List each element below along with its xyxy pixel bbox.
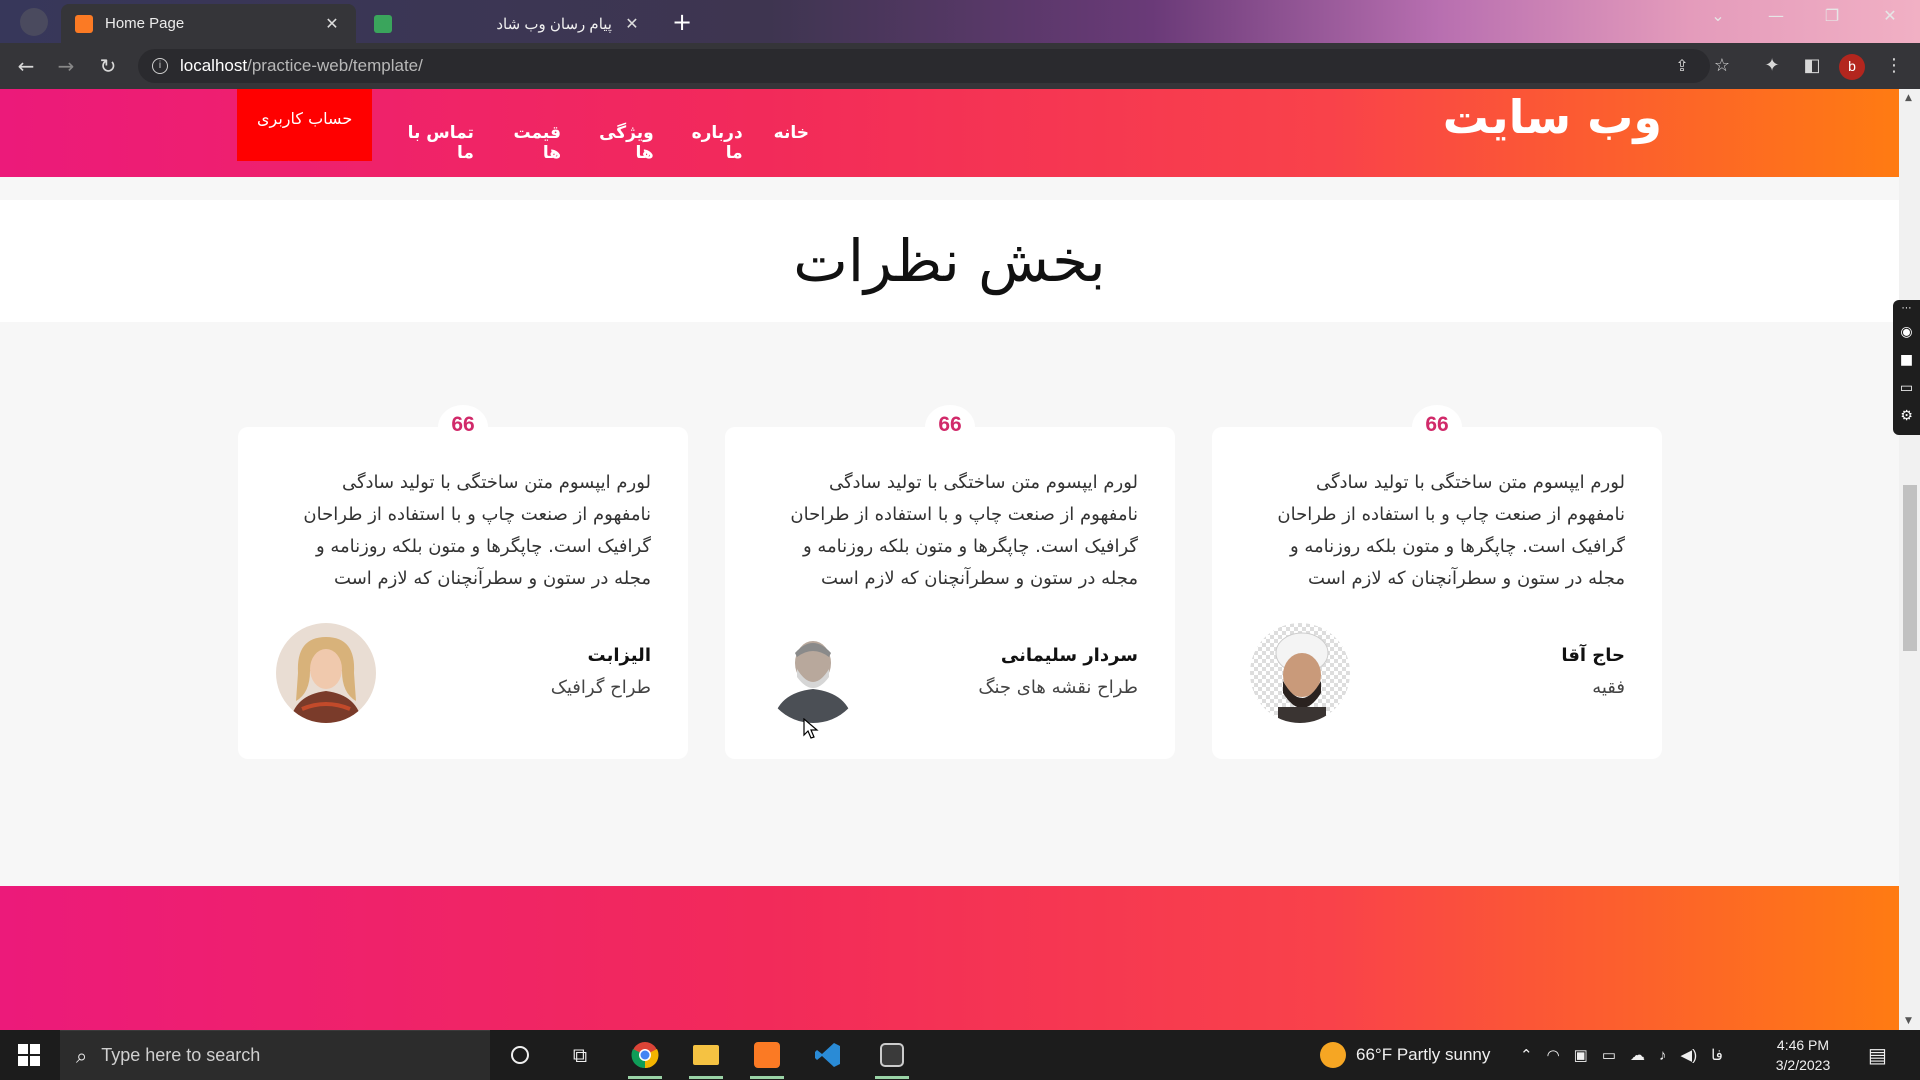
section-title: بخش نظرات: [793, 227, 1106, 295]
testimonial-role: طراح گرافیک: [550, 677, 651, 698]
page-viewport: وب سایت حساب کاربری خانه درباره ما ویژگی…: [0, 89, 1920, 1030]
wifi-icon[interactable]: ◠: [1547, 1046, 1560, 1064]
battery-icon[interactable]: ▭: [1602, 1046, 1616, 1064]
cleric-portrait-icon: [1250, 623, 1350, 723]
quote-icon: 66: [1412, 405, 1462, 449]
profile-avatar[interactable]: b: [1839, 54, 1865, 80]
system-tray: ⌃ ◠ ▣ ▭ ☁ ♪ ◀) فا: [1520, 1030, 1723, 1080]
scroll-down-arrow-icon[interactable]: ▼: [1905, 1016, 1915, 1026]
tab-title: Home Page: [105, 15, 185, 32]
testimonial-role: فقیه: [1592, 677, 1625, 698]
testimonial-card: 66 لورم ایپسوم متن ساختگی با تولید سادگی…: [725, 405, 1175, 759]
testimonial-text: لورم ایپسوم متن ساختگی با تولید سادگی نا…: [1277, 472, 1625, 589]
task-view-icon[interactable]: ⧉: [555, 1035, 605, 1075]
tab-list-chevron-icon[interactable]: ⌄: [1698, 6, 1738, 25]
xampp-favicon-icon: [75, 14, 93, 33]
cortana-icon[interactable]: [495, 1035, 545, 1075]
input-language[interactable]: فا: [1711, 1046, 1723, 1064]
testimonial-name: الیزابت: [587, 645, 651, 666]
scroll-up-arrow-icon[interactable]: ▲: [1905, 93, 1915, 103]
footer: [0, 886, 1899, 1030]
meet-now-icon[interactable]: ▣: [1574, 1046, 1588, 1064]
clock-time: 4:46 PM: [1776, 1037, 1830, 1053]
new-tab-button[interactable]: +: [666, 8, 698, 36]
general-portrait-icon: [763, 623, 863, 723]
bookmark-star-icon[interactable]: ☆: [1708, 53, 1736, 79]
quote-icon: 66: [438, 405, 488, 449]
microphone-icon[interactable]: ♪: [1659, 1047, 1667, 1064]
back-arrow-icon[interactable]: ←: [12, 53, 40, 79]
mouse-cursor-icon: [803, 718, 819, 739]
nav-links: خانه درباره ما ویژگی ها قیمت ها تماس با …: [404, 123, 809, 163]
forward-arrow-icon[interactable]: →: [52, 53, 80, 79]
minimize-button[interactable]: —: [1756, 6, 1796, 25]
nav-item-contact[interactable]: تماس با ما: [404, 123, 474, 163]
address-bar[interactable]: i localhost/practice-web/template/: [138, 49, 1710, 83]
taskbar-clock[interactable]: 4:46 PM 3/2/2023: [1760, 1035, 1846, 1075]
main-nav: حساب کاربری: [237, 89, 373, 161]
share-icon[interactable]: ⇪: [1668, 53, 1696, 79]
close-window-button[interactable]: ✕: [1870, 6, 1910, 25]
file-explorer-icon[interactable]: [681, 1035, 731, 1079]
tab-title: پیام رسان وب شاد: [496, 15, 612, 33]
tab-search-button[interactable]: [20, 8, 48, 36]
nav-item-home[interactable]: خانه: [774, 123, 809, 163]
scroll-thumb[interactable]: [1903, 485, 1917, 651]
taskbar-search[interactable]: ⌕ Type here to search: [60, 1030, 490, 1080]
account-button[interactable]: حساب کاربری: [237, 89, 373, 161]
woman-portrait-icon: [276, 623, 376, 723]
camera-icon[interactable]: ◉: [1893, 318, 1920, 346]
chevron-up-icon[interactable]: ⌃: [1520, 1046, 1533, 1064]
weather-text: 66°F Partly sunny: [1356, 1045, 1491, 1064]
testimonial-name: حاج آقا: [1561, 645, 1625, 666]
testimonial-text: لورم ایپسوم متن ساختگی با تولید سادگی نا…: [303, 472, 651, 589]
tab-shad-messenger[interactable]: پیام رسان وب شاد ✕: [360, 4, 656, 43]
shad-favicon-icon: [374, 14, 392, 33]
volume-icon[interactable]: ◀): [1681, 1046, 1698, 1064]
site-logo[interactable]: وب سایت: [1443, 89, 1662, 145]
quote-icon: 66: [925, 405, 975, 449]
nav-item-pricing[interactable]: قیمت ها: [505, 123, 561, 163]
search-icon: ⌕: [76, 1043, 88, 1068]
testimonial-text: لورم ایپسوم متن ساختگی با تولید سادگی نا…: [790, 472, 1138, 589]
extensions-puzzle-icon[interactable]: ✦: [1758, 53, 1786, 79]
chrome-icon[interactable]: [620, 1035, 670, 1079]
windows-taskbar: ⌕ Type here to search ⧉ 66°F Partly sunn…: [0, 1030, 1920, 1080]
windows-start-icon[interactable]: [18, 1044, 40, 1066]
partly-sunny-icon: [1320, 1042, 1346, 1068]
capture-toolbar: ⋯ ◉ ■ ▭ ⚙: [1893, 300, 1920, 435]
browser-tab-strip: Home Page ✕ پیام رسان وب شاد ✕ + ⌄ — ❐ ✕: [0, 0, 1920, 43]
browser-toolbar: ← → ↻ i localhost/practice-web/template/…: [0, 43, 1920, 89]
vscode-icon[interactable]: [803, 1035, 853, 1075]
testimonial-role: طراح نقشه های جنگ: [978, 677, 1138, 698]
url-text: localhost/practice-web/template/: [180, 56, 423, 75]
search-placeholder: Type here to search: [101, 1045, 261, 1065]
nav-item-features[interactable]: ویژگی ها: [592, 123, 654, 163]
close-tab-icon[interactable]: ✕: [322, 14, 342, 33]
clock-date: 3/2/2023: [1775, 1057, 1831, 1073]
reload-icon[interactable]: ↻: [94, 53, 122, 79]
site-info-icon[interactable]: i: [152, 58, 168, 74]
kebab-menu-icon[interactable]: ⋮: [1880, 53, 1908, 79]
onedrive-cloud-icon[interactable]: ☁: [1630, 1046, 1645, 1064]
testimonial-card: 66 لورم ایپسوم متن ساختگی با تولید سادگی…: [238, 405, 688, 759]
restore-button[interactable]: ❐: [1812, 6, 1852, 25]
drag-handle-icon[interactable]: ⋯: [1893, 300, 1920, 318]
settings-gear-icon[interactable]: ⚙: [1893, 402, 1920, 430]
nav-item-about[interactable]: درباره ما: [685, 123, 743, 163]
weather-widget[interactable]: 66°F Partly sunny: [1320, 1030, 1490, 1080]
gallery-icon[interactable]: ▭: [1893, 374, 1920, 402]
close-tab-icon[interactable]: ✕: [622, 14, 642, 33]
site-header: وب سایت حساب کاربری خانه درباره ما ویژگی…: [0, 89, 1899, 177]
testimonial-card: 66 لورم ایپسوم متن ساختگی با تولید سادگی…: [1212, 405, 1662, 759]
tab-home-page[interactable]: Home Page ✕: [61, 4, 356, 43]
xampp-icon[interactable]: [742, 1035, 792, 1079]
side-panel-icon[interactable]: ◧: [1798, 53, 1826, 79]
testimonial-name: سردار سلیمانی: [1000, 645, 1138, 666]
notification-center-icon[interactable]: ▤: [1868, 1030, 1887, 1080]
video-camera-icon[interactable]: ■: [1893, 346, 1920, 374]
obs-recorder-icon[interactable]: [867, 1035, 917, 1079]
